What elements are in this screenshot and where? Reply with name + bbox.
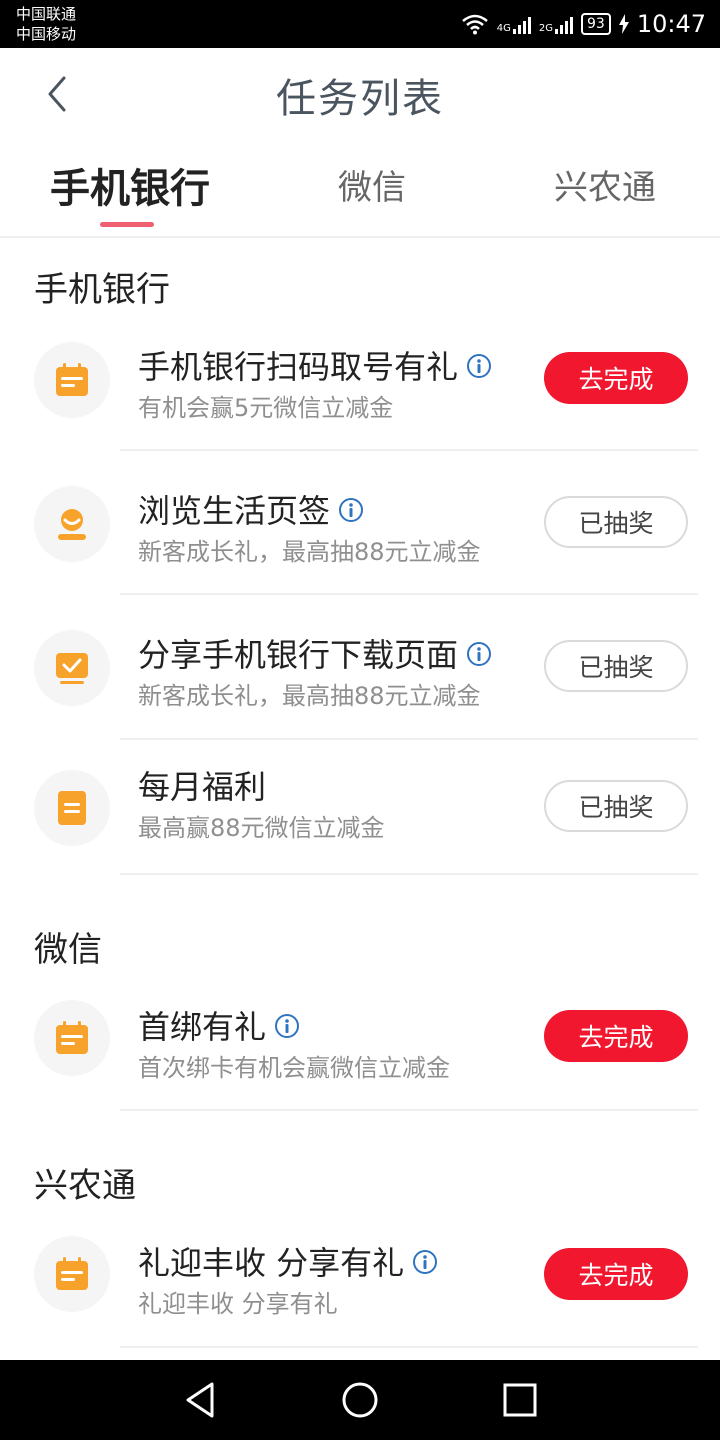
clock: 10:47 [636, 10, 706, 38]
task-subtitle: 礼迎丰收 分享有礼 [138, 1290, 338, 1318]
carrier-1: 中国联通 [16, 5, 77, 23]
signal-bars-1-icon [512, 14, 531, 34]
task-title: 礼迎丰收 分享有礼 [138, 1238, 438, 1284]
info-icon[interactable] [412, 1249, 438, 1275]
task-subtitle: 新客成长礼，最高抽88元立减金 [138, 682, 481, 710]
task-subtitle: 新客成长礼，最高抽88元立减金 [138, 538, 481, 566]
calendar-icon [34, 342, 110, 418]
task-title: 首绑有礼 [138, 1002, 300, 1048]
drawn-button[interactable]: 已抽奖 [544, 780, 688, 832]
network-type-2: 2G [538, 23, 553, 34]
person-icon [34, 486, 110, 562]
tab-bar: 手机银行 微信 兴农通 [0, 138, 720, 238]
nav-home-icon[interactable] [340, 1380, 380, 1420]
info-icon[interactable] [466, 641, 492, 667]
info-icon[interactable] [338, 497, 364, 523]
task-item: 礼迎丰收 分享有礼 礼迎丰收 分享有礼 去完成 [0, 1228, 720, 1348]
divider [120, 593, 698, 595]
status-bar: 中国联通 中国移动 4G 2G 93 10:47 [0, 0, 720, 48]
drawn-button[interactable]: 已抽奖 [544, 496, 688, 548]
section-title-wechat: 微信 [34, 930, 102, 970]
wifi-icon [461, 14, 488, 35]
complete-task-button[interactable]: 去完成 [544, 1248, 688, 1300]
drawn-button[interactable]: 已抽奖 [544, 640, 688, 692]
task-title: 浏览生活页签 [138, 486, 364, 532]
task-title: 分享手机银行下载页面 [138, 630, 492, 676]
task-title: 手机银行扫码取号有礼 [138, 342, 492, 388]
task-item: 浏览生活页签 新客成长礼，最高抽88元立减金 已抽奖 [0, 474, 720, 594]
divider [120, 449, 698, 451]
task-item: 手机银行扫码取号有礼 有机会赢5元微信立减金 去完成 [0, 330, 720, 450]
nav-recents-icon[interactable] [500, 1380, 540, 1420]
signal-2: 2G [539, 14, 573, 34]
status-right: 4G 2G 93 10:47 [461, 8, 706, 40]
system-nav-bar [0, 1360, 720, 1440]
divider [120, 1109, 698, 1111]
nav-back-icon[interactable] [182, 1380, 222, 1420]
divider [120, 738, 698, 740]
section-title-mobile-banking: 手机银行 [34, 270, 170, 310]
task-item: 每月福利 最高赢88元微信立减金 已抽奖 [0, 762, 720, 882]
section-title-xingnongtong: 兴农通 [34, 1166, 136, 1206]
info-icon[interactable] [274, 1013, 300, 1039]
task-list-screen: 中国联通 中国移动 4G 2G 93 10:47 任务列表 手机银行 微信 兴农… [0, 0, 720, 1440]
monitor-check-icon [34, 630, 110, 706]
document-icon [34, 770, 110, 846]
active-tab-indicator [100, 222, 154, 227]
task-item: 首绑有礼 首次绑卡有机会赢微信立减金 去完成 [0, 990, 720, 1110]
info-icon[interactable] [466, 353, 492, 379]
header: 任务列表 [0, 48, 720, 138]
task-subtitle: 首次绑卡有机会赢微信立减金 [138, 1054, 450, 1082]
battery-indicator: 93 [581, 13, 611, 35]
complete-task-button[interactable]: 去完成 [544, 352, 688, 404]
charging-bolt-icon [618, 14, 629, 34]
network-type-1: 4G [496, 23, 511, 34]
divider [120, 873, 698, 875]
signal-bars-2-icon [555, 14, 573, 34]
tab-mobile-banking[interactable]: 手机银行 [50, 156, 210, 214]
carrier-labels: 中国联通 中国移动 [16, 4, 76, 44]
calendar-icon [34, 1236, 110, 1312]
task-item: 分享手机银行下载页面 新客成长礼，最高抽88元立减金 已抽奖 [0, 618, 720, 738]
divider [120, 1346, 698, 1348]
tab-xingnongtong[interactable]: 兴农通 [554, 160, 656, 209]
complete-task-button[interactable]: 去完成 [544, 1010, 688, 1062]
carrier-2: 中国移动 [16, 25, 77, 43]
task-title: 每月福利 [138, 768, 267, 806]
signal-1: 4G [497, 14, 531, 34]
task-subtitle: 最高赢88元微信立减金 [138, 814, 385, 842]
calendar-icon [34, 1000, 110, 1076]
tab-wechat[interactable]: 微信 [338, 160, 406, 209]
page-title: 任务列表 [276, 76, 444, 122]
task-subtitle: 有机会赢5元微信立减金 [138, 394, 394, 422]
